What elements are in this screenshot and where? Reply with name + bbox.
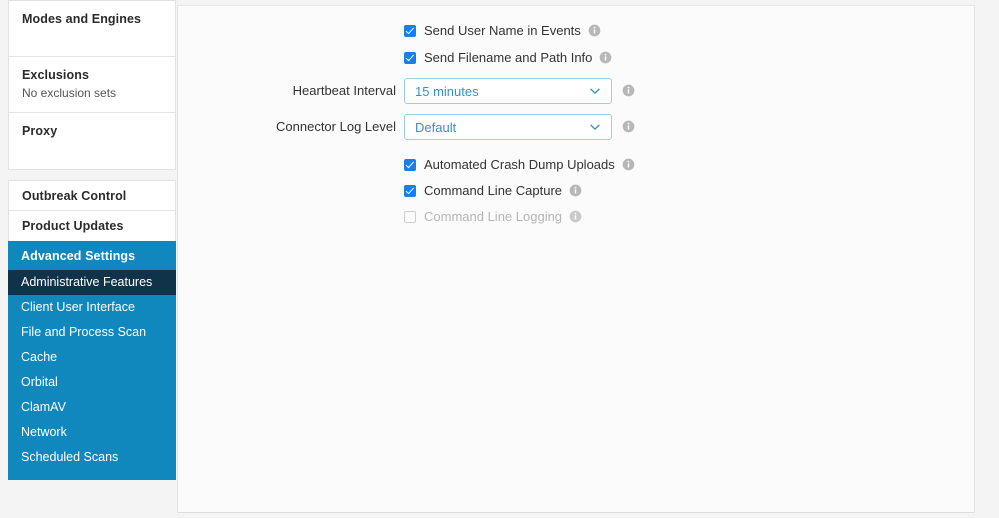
sidebar-item-cache[interactable]: Cache [8,345,176,370]
sidebar-item-subtitle: No exclusion sets [22,86,117,100]
row-automated-crash-dump-uploads: Automated Crash Dump Uploads [404,157,635,172]
checkbox-label: Command Line Logging [424,209,563,224]
checkbox-automated-crash-dump-uploads[interactable] [404,158,416,171]
sidebar-item-scheduled-scans[interactable]: Scheduled Scans [8,445,176,470]
info-icon[interactable] [599,51,612,64]
sidebar-item-label: Product Updates [22,219,124,233]
info-icon[interactable] [622,120,635,133]
chevron-down-icon [588,84,602,98]
checkbox-label: Send Filename and Path Info [424,50,593,65]
checkbox-send-user-name-in-events[interactable] [404,24,416,37]
sidebar-item-network[interactable]: Network [8,420,176,445]
sidebar-item-exclusions[interactable]: Exclusions No exclusion sets [9,57,175,113]
nav-group-policy-sections: Modes and Engines Exclusions No exclusio… [8,0,176,170]
sidebar-item-administrative-features[interactable]: Administrative Features [8,270,176,295]
checkbox-label: Command Line Capture [424,183,563,198]
administrative-features-panel: Send User Name in Events Send Filename a… [177,5,975,513]
row-send-filename-and-path-info: Send Filename and Path Info [404,50,612,65]
select-heartbeat-interval[interactable]: 15 minutes [404,78,612,104]
info-icon[interactable] [622,84,635,97]
checkbox-label: Send User Name in Events [424,23,581,38]
checkbox-label: Automated Crash Dump Uploads [424,157,615,172]
label-connector-log-level: Connector Log Level [276,119,396,134]
label-heartbeat-interval: Heartbeat Interval [292,83,396,98]
info-icon[interactable] [569,184,582,197]
info-icon[interactable] [588,24,601,37]
sidebar-advanced-settings-block: Advanced Settings Administrative Feature… [8,241,176,480]
sidebar-item-orbital[interactable]: Orbital [8,370,176,395]
sidebar-group-divider [8,170,176,180]
row-send-user-name-in-events: Send User Name in Events [404,23,601,38]
sidebar-item-label: Exclusions [22,68,89,82]
sidebar-item-client-user-interface[interactable]: Client User Interface [8,295,176,320]
checkbox-command-line-capture[interactable] [404,184,416,197]
select-value: 15 minutes [415,83,479,99]
sidebar-item-label: Modes and Engines [22,12,142,26]
checkbox-command-line-logging [404,210,416,223]
sidebar-section-advanced-settings[interactable]: Advanced Settings [8,241,176,270]
settings-sidebar: Modes and Engines Exclusions No exclusio… [8,0,176,518]
select-value: Default [415,119,457,135]
app-root: Modes and Engines Exclusions No exclusio… [0,0,999,518]
select-connector-log-level[interactable]: Default [404,114,612,140]
info-icon[interactable] [622,158,635,171]
row-command-line-capture: Command Line Capture [404,183,582,198]
sidebar-item-file-and-process-scan[interactable]: File and Process Scan [8,320,176,345]
checkbox-send-filename-and-path-info[interactable] [404,51,416,64]
sidebar-item-proxy[interactable]: Proxy [9,113,175,169]
sidebar-item-outbreak-control[interactable]: Outbreak Control [9,181,175,211]
sidebar-item-label: Proxy [22,124,58,138]
chevron-down-icon [588,120,602,134]
sidebar-item-modes-and-engines[interactable]: Modes and Engines [9,1,175,57]
nav-group-controls: Outbreak Control Product Updates [8,180,176,241]
sidebar-item-product-updates[interactable]: Product Updates [9,211,175,241]
sidebar-item-label: Outbreak Control [22,189,127,203]
sidebar-item-clamav[interactable]: ClamAV [8,395,176,420]
info-icon[interactable] [569,210,582,223]
row-command-line-logging: Command Line Logging [404,209,582,224]
